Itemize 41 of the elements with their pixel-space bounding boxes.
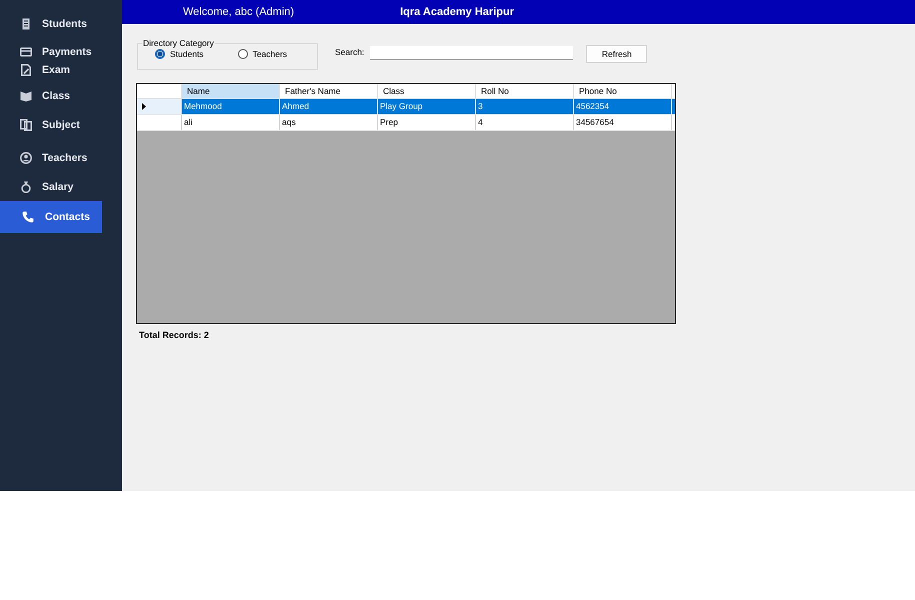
sidebar-item[interactable]: Teachers [0,144,102,172]
row-header[interactable] [137,99,182,114]
table-cell: Ahmed [280,99,378,114]
table-cell: Prep [378,115,476,130]
table-cell: 3 [476,99,574,114]
sidebar-item[interactable]: Payments [0,43,102,61]
money-bag-icon [20,181,32,193]
table-cell: Mehmood [182,99,280,114]
group-title: Directory Category [142,38,215,48]
radio-option[interactable]: Students [155,49,204,59]
sidebar-item[interactable]: Salary [0,173,102,201]
total-records-text: Total Records: 2 [139,330,209,340]
app-title: Iqra Academy Haripur [400,6,514,18]
phone-icon [22,211,34,223]
document-pencil-icon [20,64,32,76]
pages-icon [20,119,32,131]
table-cell: aqs [280,115,378,130]
card-icon [20,46,32,58]
sidebar-item[interactable]: Class [0,82,102,110]
radio-button[interactable] [238,49,248,59]
refresh-button[interactable]: Refresh [586,45,648,63]
sidebar-item[interactable]: Exam [0,61,102,79]
search-field[interactable] [370,46,574,60]
radio-button[interactable] [155,49,165,59]
radio-option[interactable]: Teachers [238,49,288,59]
sidebar-item[interactable]: Subject [0,111,102,139]
welcome-text: Welcome, abc (Admin) [183,6,294,18]
sidebar-item[interactable]: Students [0,10,102,38]
table-cell: ali [182,115,280,130]
table-row[interactable]: Mehmood Ahmed Play Group 3 4562354 [137,99,675,115]
search-label: Search: [335,47,364,57]
table-cell: 4 [476,115,574,130]
column-header[interactable]: Name [182,84,280,98]
table-cell: 34567654 [574,115,672,130]
book-icon [20,90,32,102]
table-row[interactable]: ali aqs Prep 4 34567654 [137,115,675,131]
table-cell: Play Group [378,99,476,114]
user-circle-icon [20,152,32,164]
document-icon [20,18,32,30]
table-cell: 4562354 [574,99,672,114]
sidebar-item[interactable]: Contacts [0,201,102,233]
